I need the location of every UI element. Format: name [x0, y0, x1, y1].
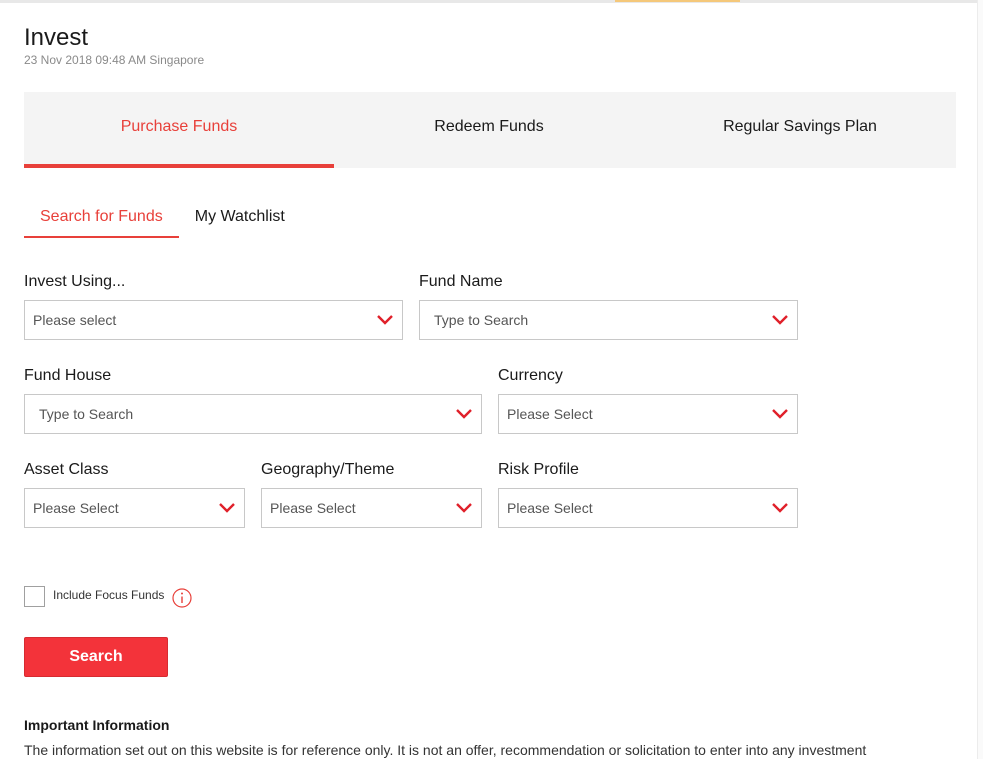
fund-name-placeholder: Type to Search [434, 312, 529, 328]
invest-using-label: Invest Using... [24, 273, 126, 290]
chevron-down-icon [456, 503, 472, 513]
chevron-down-icon [772, 315, 788, 325]
important-information-heading: Important Information [24, 717, 170, 733]
fund-house-placeholder: Type to Search [39, 406, 134, 422]
info-icon[interactable] [172, 588, 192, 608]
invest-using-value: Please select [33, 312, 117, 328]
asset-class-label: Asset Class [24, 461, 109, 478]
chevron-down-icon [456, 409, 472, 419]
geography-theme-select[interactable]: Please Select [261, 488, 482, 528]
page-title: Invest [24, 24, 89, 51]
chevron-down-icon [772, 409, 788, 419]
tab-regular-savings-plan[interactable]: Regular Savings Plan [644, 92, 956, 168]
currency-select[interactable]: Please Select [498, 394, 798, 434]
page-timestamp: 23 Nov 2018 09:48 AM Singapore [24, 53, 205, 67]
chevron-down-icon [377, 315, 393, 325]
risk-profile-label: Risk Profile [498, 461, 579, 478]
main-tabs: Purchase Funds Redeem Funds Regular Savi… [24, 92, 956, 168]
fund-name-label: Fund Name [419, 273, 503, 290]
scrollbar[interactable] [977, 0, 983, 759]
geography-theme-value: Please Select [270, 500, 356, 516]
include-focus-funds-label: Include Focus Funds [53, 588, 165, 602]
fund-house-label: Fund House [24, 367, 112, 384]
tab-purchase-funds[interactable]: Purchase Funds [24, 92, 334, 168]
chevron-down-icon [219, 503, 235, 513]
important-information-text: The information set out on this website … [24, 742, 867, 758]
currency-value: Please Select [507, 406, 593, 422]
chevron-down-icon [772, 503, 788, 513]
risk-profile-value: Please Select [507, 500, 593, 516]
tab-redeem-funds[interactable]: Redeem Funds [334, 92, 644, 168]
top-border [0, 0, 983, 3]
search-button[interactable]: Search [24, 637, 168, 677]
geography-theme-label: Geography/Theme [261, 461, 395, 478]
invest-using-select[interactable]: Please select [24, 300, 403, 340]
risk-profile-select[interactable]: Please Select [498, 488, 798, 528]
fund-house-input[interactable]: Type to Search [24, 394, 482, 434]
fund-name-input[interactable]: Type to Search [419, 300, 798, 340]
include-focus-funds-checkbox[interactable] [24, 586, 45, 607]
tab-search-for-funds[interactable]: Search for Funds [24, 200, 179, 238]
asset-class-value: Please Select [33, 500, 119, 516]
sub-tabs: Search for Funds My Watchlist [24, 200, 301, 238]
tab-my-watchlist[interactable]: My Watchlist [179, 200, 301, 238]
asset-class-select[interactable]: Please Select [24, 488, 245, 528]
top-accent-bar [615, 0, 740, 2]
currency-label: Currency [498, 367, 563, 384]
